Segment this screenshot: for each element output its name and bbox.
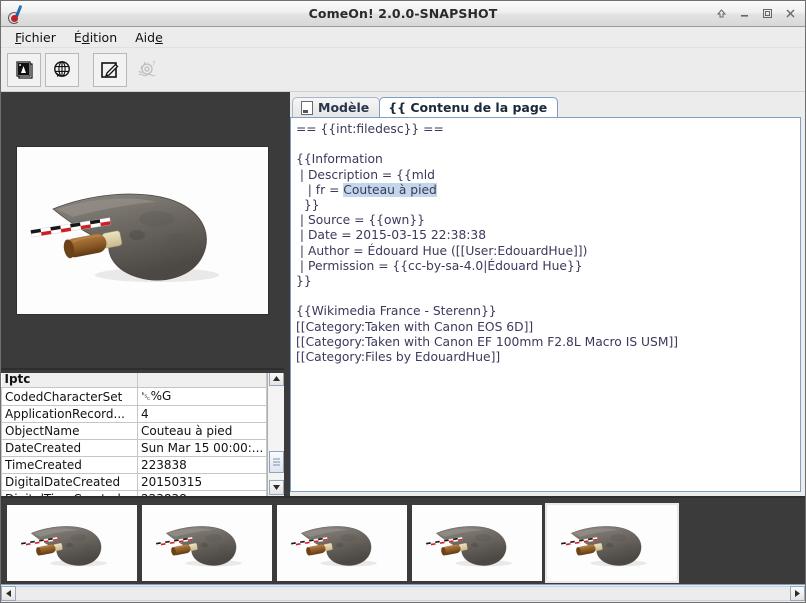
thumbnail-4[interactable]	[410, 503, 544, 583]
toolbar: ?	[1, 48, 805, 92]
thumbnail-5[interactable]	[545, 503, 679, 583]
thumbnail-image	[547, 505, 677, 581]
thumbnail-1[interactable]	[5, 503, 139, 583]
tab-strip: Modèle {{ Contenu de la page	[290, 96, 801, 117]
table-row[interactable]: ApplicationRecord... 4	[1, 405, 267, 423]
scroll-right-arrow-icon[interactable]	[790, 586, 805, 601]
snail-question-icon: ?	[138, 60, 156, 76]
table-row[interactable]: DigitalTimeCreated223838	[1, 490, 267, 496]
thumbnail-horizontal-scrollbar[interactable]	[1, 584, 805, 602]
application-window: ComeOn! 2.0.0-SNAPSHOT Fichier Édition A…	[0, 0, 806, 603]
metadata-key: ApplicationRecord...	[1, 405, 138, 423]
thumbnail-strip[interactable]	[1, 498, 805, 584]
image-preview[interactable]	[1, 92, 284, 368]
metadata-value: Sun Mar 15 00:00:...	[137, 439, 267, 457]
title-bar: ComeOn! 2.0.0-SNAPSHOT	[1, 1, 805, 27]
panel-divider[interactable]	[1, 370, 284, 373]
svg-text:?: ?	[152, 60, 156, 68]
left-pane: Iptc CodedCharacterSet ␛%G ApplicationRecor…	[1, 92, 284, 496]
metadata-rows: Iptc CodedCharacterSet ␛%G ApplicationRecor…	[1, 370, 267, 496]
tab-modele-label: Modèle	[318, 100, 370, 115]
metadata-key: DigitalDateCreated	[1, 473, 138, 491]
menu-aide[interactable]: Aide	[127, 28, 171, 47]
thumbnail-3[interactable]	[275, 503, 409, 583]
metadata-key: DateCreated	[1, 439, 138, 457]
tab-contenu-page[interactable]: {{ Contenu de la page	[379, 97, 559, 117]
metadata-value: 20150315	[137, 473, 267, 491]
metadata-group-label: Iptc	[1, 370, 138, 388]
metadata-vertical-scrollbar[interactable]	[267, 370, 284, 496]
document-icon	[301, 100, 313, 115]
metadata-panel: Iptc CodedCharacterSet ␛%G ApplicationRecor…	[1, 368, 284, 496]
metadata-value: 223838	[137, 490, 267, 496]
right-pane: Modèle {{ Contenu de la page == {{int:fi…	[290, 92, 805, 496]
metadata-key: ObjectName	[1, 422, 138, 440]
images-stack-icon	[16, 60, 33, 79]
thumbnail-strip-panel	[1, 496, 805, 602]
thumbnail-scroll-track[interactable]	[16, 586, 790, 601]
editor-text[interactable]: == {{int:filedesc}} == {{Information | D…	[291, 118, 800, 369]
table-row[interactable]: DigitalDateCreated 20150315	[1, 473, 267, 491]
thumbnail-image	[7, 505, 137, 581]
metadata-value: Couteau à pied	[137, 422, 267, 440]
open-files-button[interactable]	[7, 52, 41, 87]
tab-modele[interactable]: Modèle	[292, 97, 381, 117]
table-row[interactable]: ObjectName Couteau à pied	[1, 422, 267, 440]
metadata-value: 223838	[137, 456, 267, 474]
editor-selection: Couteau à pied	[343, 182, 437, 197]
metadata-group-row: Iptc	[1, 370, 267, 388]
metadata-key: TimeCreated	[1, 456, 138, 474]
page-content-editor[interactable]: == {{int:filedesc}} == {{Information | D…	[290, 117, 801, 492]
metadata-value: ␛%G	[137, 387, 267, 406]
main-body: Iptc CodedCharacterSet ␛%G ApplicationRecor…	[1, 92, 805, 496]
upload-web-button[interactable]	[45, 52, 79, 87]
metadata-table: Iptc CodedCharacterSet ␛%G ApplicationRecor…	[1, 370, 267, 496]
metadata-value: 4	[137, 405, 267, 423]
tab-contenu-page-label: {{ Contenu de la page	[388, 100, 548, 115]
menu-bar: Fichier Édition Aide	[1, 27, 805, 48]
pencil-edit-icon	[101, 61, 119, 78]
thumbnail-image	[142, 505, 272, 581]
table-row[interactable]: CodedCharacterSet ␛%G	[1, 387, 267, 406]
preview-photo	[17, 146, 268, 314]
table-row[interactable]: TimeCreated 223838	[1, 456, 267, 474]
window-title: ComeOn! 2.0.0-SNAPSHOT	[308, 6, 498, 21]
metadata-table-viewport[interactable]: Iptc CodedCharacterSet ␛%G ApplicationRecor…	[1, 370, 267, 496]
thumbnail-2[interactable]	[140, 503, 274, 583]
thumbnail-image	[412, 505, 542, 581]
editor-text-after: }} | Source = {{own}} | Date = 2015-03-1…	[296, 198, 679, 365]
scroll-down-arrow-icon[interactable]	[268, 480, 284, 495]
scroll-left-arrow-icon[interactable]	[1, 586, 16, 601]
menu-edition[interactable]: Édition	[66, 28, 125, 47]
scroll-up-arrow-icon[interactable]	[268, 371, 284, 386]
menu-fichier[interactable]: Fichier	[7, 28, 64, 47]
edit-button[interactable]	[93, 52, 127, 87]
metadata-key: CodedCharacterSet	[1, 387, 138, 406]
metadata-group-blank	[137, 370, 267, 388]
table-row[interactable]: DateCreated Sun Mar 15 00:00:...	[1, 439, 267, 457]
metadata-scroll-thumb[interactable]	[268, 451, 284, 473]
metadata-scroll-track[interactable]	[268, 387, 284, 479]
thumbnail-image	[277, 505, 407, 581]
globe-upload-icon	[54, 60, 70, 77]
snail-search-button[interactable]: ?	[131, 53, 165, 87]
metadata-key: DigitalTimeCreated	[1, 490, 138, 496]
